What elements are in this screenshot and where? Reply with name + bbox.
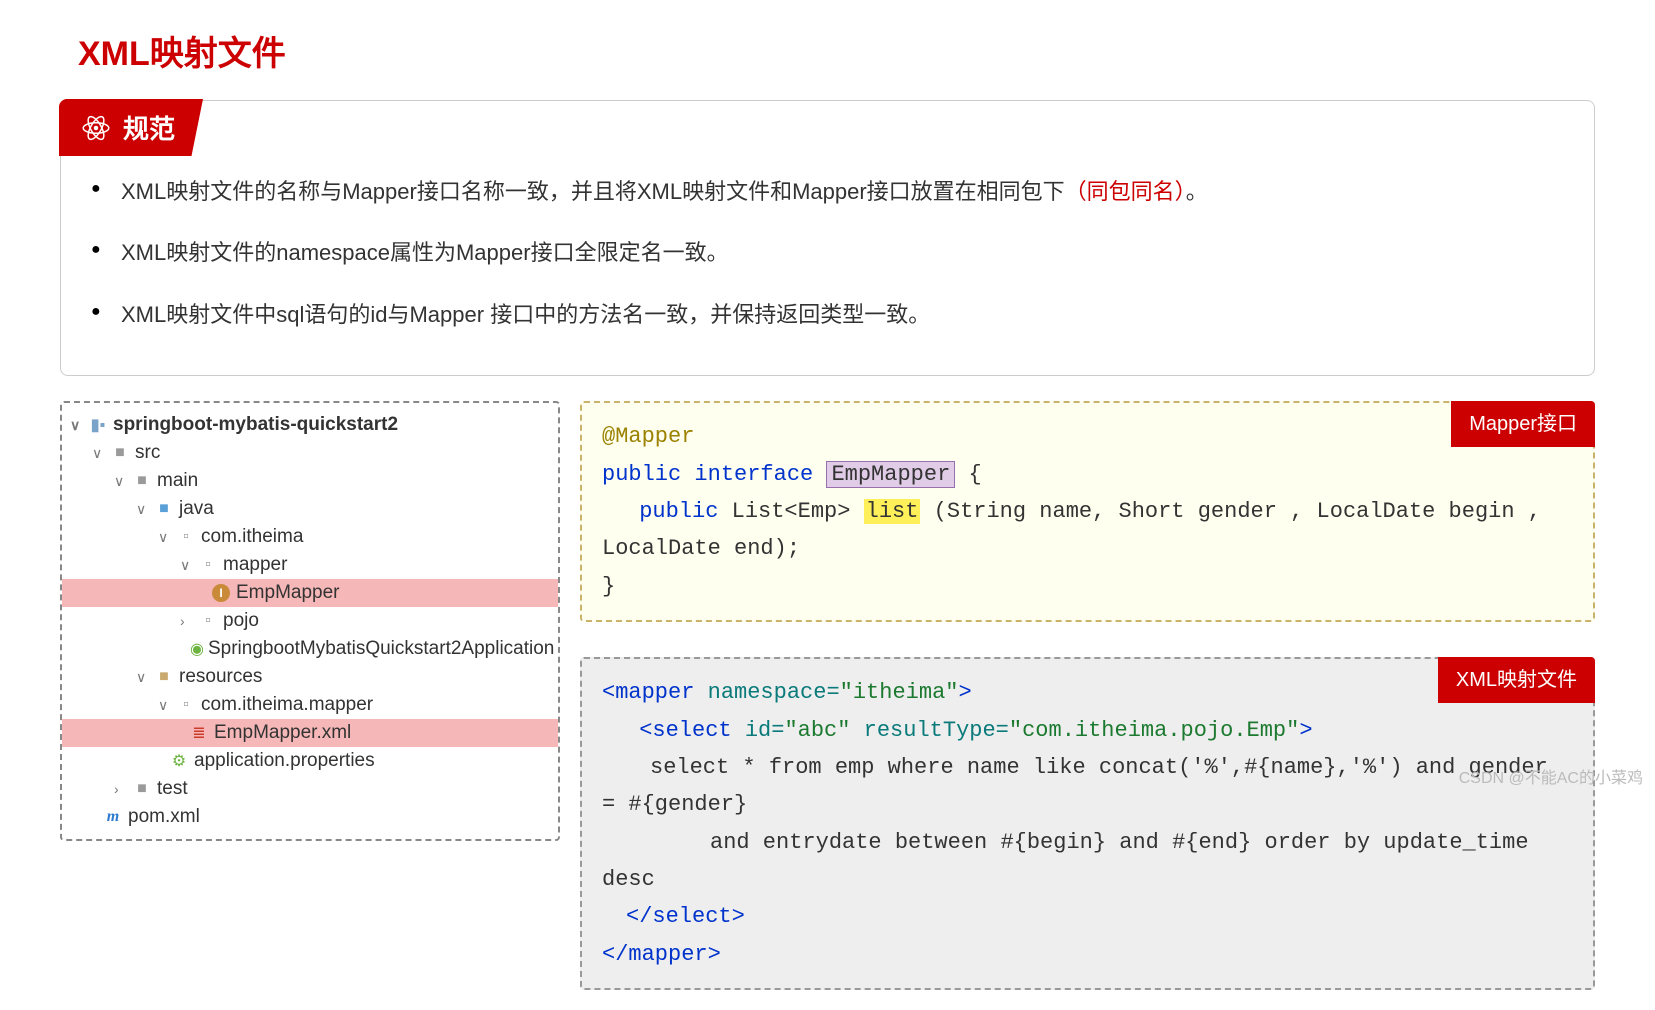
xml-tag: </select>: [626, 904, 745, 929]
xml-icon: ≣: [188, 723, 210, 743]
tree-empmapper-xml: ≣EmpMapper.xml: [62, 719, 558, 747]
watermark: CSDN @不能AC的小菜鸡: [1459, 764, 1643, 788]
chevron-down-icon: ∨: [70, 417, 84, 434]
xml-val: "com.itheima.pojo.Emp": [1009, 718, 1299, 743]
tree-resources: ∨■resources: [62, 663, 558, 691]
rule-item: XML映射文件的名称与Mapper接口名称一致，并且将XML映射文件和Mappe…: [91, 161, 1564, 222]
tree-app-class: ◉SpringbootMybatisQuickstart2Application: [62, 635, 558, 663]
xml-attr: namespace=: [708, 680, 840, 705]
type: List<Emp>: [732, 499, 851, 524]
folder-icon: ■: [131, 472, 153, 490]
tree-label: resources: [179, 666, 262, 688]
rules-tab: 规范: [59, 99, 203, 156]
tree-empmapper: IEmpMapper: [62, 579, 558, 607]
xml-attr: resultType=: [864, 718, 1009, 743]
rule-text: XML映射文件中sql语句的id与Mapper 接口中的方法名一致，并保持返回类…: [121, 302, 930, 327]
chevron-down-icon: ∨: [136, 501, 150, 518]
spring-icon: ◉: [190, 639, 204, 659]
keyword: interface: [694, 462, 813, 487]
tree-label: mapper: [223, 554, 287, 576]
chevron-down-icon: ∨: [158, 529, 172, 546]
tree-label: EmpMapper.xml: [214, 722, 351, 744]
chevron-right-icon: ›: [180, 613, 194, 629]
tree-label: EmpMapper: [236, 582, 340, 604]
tree-main: ∨■main: [62, 467, 558, 495]
page-title: XML映射文件: [78, 26, 1595, 75]
tree-pojo: ›▫pojo: [62, 607, 558, 635]
tree-label: test: [157, 778, 188, 800]
chevron-right-icon: ›: [114, 781, 128, 797]
rules-list: XML映射文件的名称与Mapper接口名称一致，并且将XML映射文件和Mappe…: [91, 161, 1564, 345]
rules-box: 规范 XML映射文件的名称与Mapper接口名称一致，并且将XML映射文件和Ma…: [60, 100, 1595, 376]
xml-tag: <mapper: [602, 680, 694, 705]
package-icon: ▫: [175, 696, 197, 714]
tree-app-props: ⚙application.properties: [62, 747, 558, 775]
tree-label: SpringbootMybatisQuickstart2Application: [208, 638, 554, 660]
tree-label: pom.xml: [128, 806, 200, 828]
folder-icon: ■: [109, 444, 131, 462]
tree-label: main: [157, 470, 198, 492]
project-tree: ∨▮▪springboot-mybatis-quickstart2 ∨■src …: [60, 401, 560, 841]
tree-pom: mpom.xml: [62, 803, 558, 831]
maven-icon: m: [102, 808, 124, 826]
tree-project: ∨▮▪springboot-mybatis-quickstart2: [62, 411, 558, 439]
xml-tag: >: [958, 680, 971, 705]
xml-tag: </mapper>: [602, 942, 721, 967]
tree-label: application.properties: [194, 750, 375, 772]
class-name-highlight: EmpMapper: [826, 461, 955, 488]
tree-label: springboot-mybatis-quickstart2: [113, 414, 398, 436]
chevron-down-icon: ∨: [114, 473, 128, 490]
folder-icon: ■: [153, 500, 175, 518]
mapper-interface-code: Mapper接口 @Mapper public interface EmpMap…: [580, 401, 1595, 622]
sql-text: and entrydate between #{begin} and #{end…: [602, 830, 1529, 892]
xml-val: "abc": [784, 718, 850, 743]
xml-val: "itheima": [840, 680, 959, 705]
tree-package: ∨▫com.itheima: [62, 523, 558, 551]
rule-text: XML映射文件的namespace属性为Mapper接口全限定名一致。: [121, 240, 729, 265]
folder-icon: ■: [131, 780, 153, 798]
sql-text: select * from emp where name like concat…: [602, 755, 1548, 817]
rules-tab-label: 规范: [123, 109, 175, 146]
keyword: public: [639, 499, 718, 524]
xml-tag: <select: [639, 718, 731, 743]
tree-test: ›■test: [62, 775, 558, 803]
tree-label: pojo: [223, 610, 259, 632]
package-icon: ▫: [197, 556, 219, 574]
tree-mapper-pkg: ∨▫mapper: [62, 551, 558, 579]
brace: }: [602, 574, 615, 599]
code-badge: Mapper接口: [1451, 401, 1595, 447]
atom-icon: [81, 113, 111, 143]
xml-mapper-code: XML映射文件 <mapper namespace="itheima"> <se…: [580, 657, 1595, 990]
rule-item: XML映射文件的namespace属性为Mapper接口全限定名一致。: [91, 222, 1564, 283]
project-icon: ▮▪: [87, 415, 109, 435]
annotation: @Mapper: [602, 424, 694, 449]
tree-res-pkg: ∨▫com.itheima.mapper: [62, 691, 558, 719]
tree-label: com.itheima.mapper: [201, 694, 373, 716]
interface-icon: I: [210, 584, 232, 602]
chevron-down-icon: ∨: [180, 557, 194, 574]
tree-label: src: [135, 442, 160, 464]
tree-label: java: [179, 498, 214, 520]
chevron-down-icon: ∨: [92, 445, 106, 462]
properties-icon: ⚙: [168, 751, 190, 771]
rule-highlight: （同包同名）: [1065, 179, 1186, 204]
xml-tag: >: [1299, 718, 1312, 743]
tree-java: ∨■java: [62, 495, 558, 523]
rule-text-end: 。: [1186, 179, 1208, 204]
rule-text: XML映射文件的名称与Mapper接口名称一致，并且将XML映射文件和Mappe…: [121, 179, 1065, 204]
package-icon: ▫: [175, 528, 197, 546]
code-badge: XML映射文件: [1438, 657, 1595, 703]
tree-src: ∨■src: [62, 439, 558, 467]
xml-attr: id=: [745, 718, 785, 743]
tree-label: com.itheima: [201, 526, 303, 548]
rule-item: XML映射文件中sql语句的id与Mapper 接口中的方法名一致，并保持返回类…: [91, 284, 1564, 345]
method-name-highlight: list: [864, 499, 921, 524]
package-icon: ▫: [197, 612, 219, 630]
brace: {: [968, 462, 981, 487]
resources-icon: ■: [153, 668, 175, 686]
keyword: public: [602, 462, 681, 487]
chevron-down-icon: ∨: [136, 669, 150, 686]
chevron-down-icon: ∨: [158, 697, 172, 714]
